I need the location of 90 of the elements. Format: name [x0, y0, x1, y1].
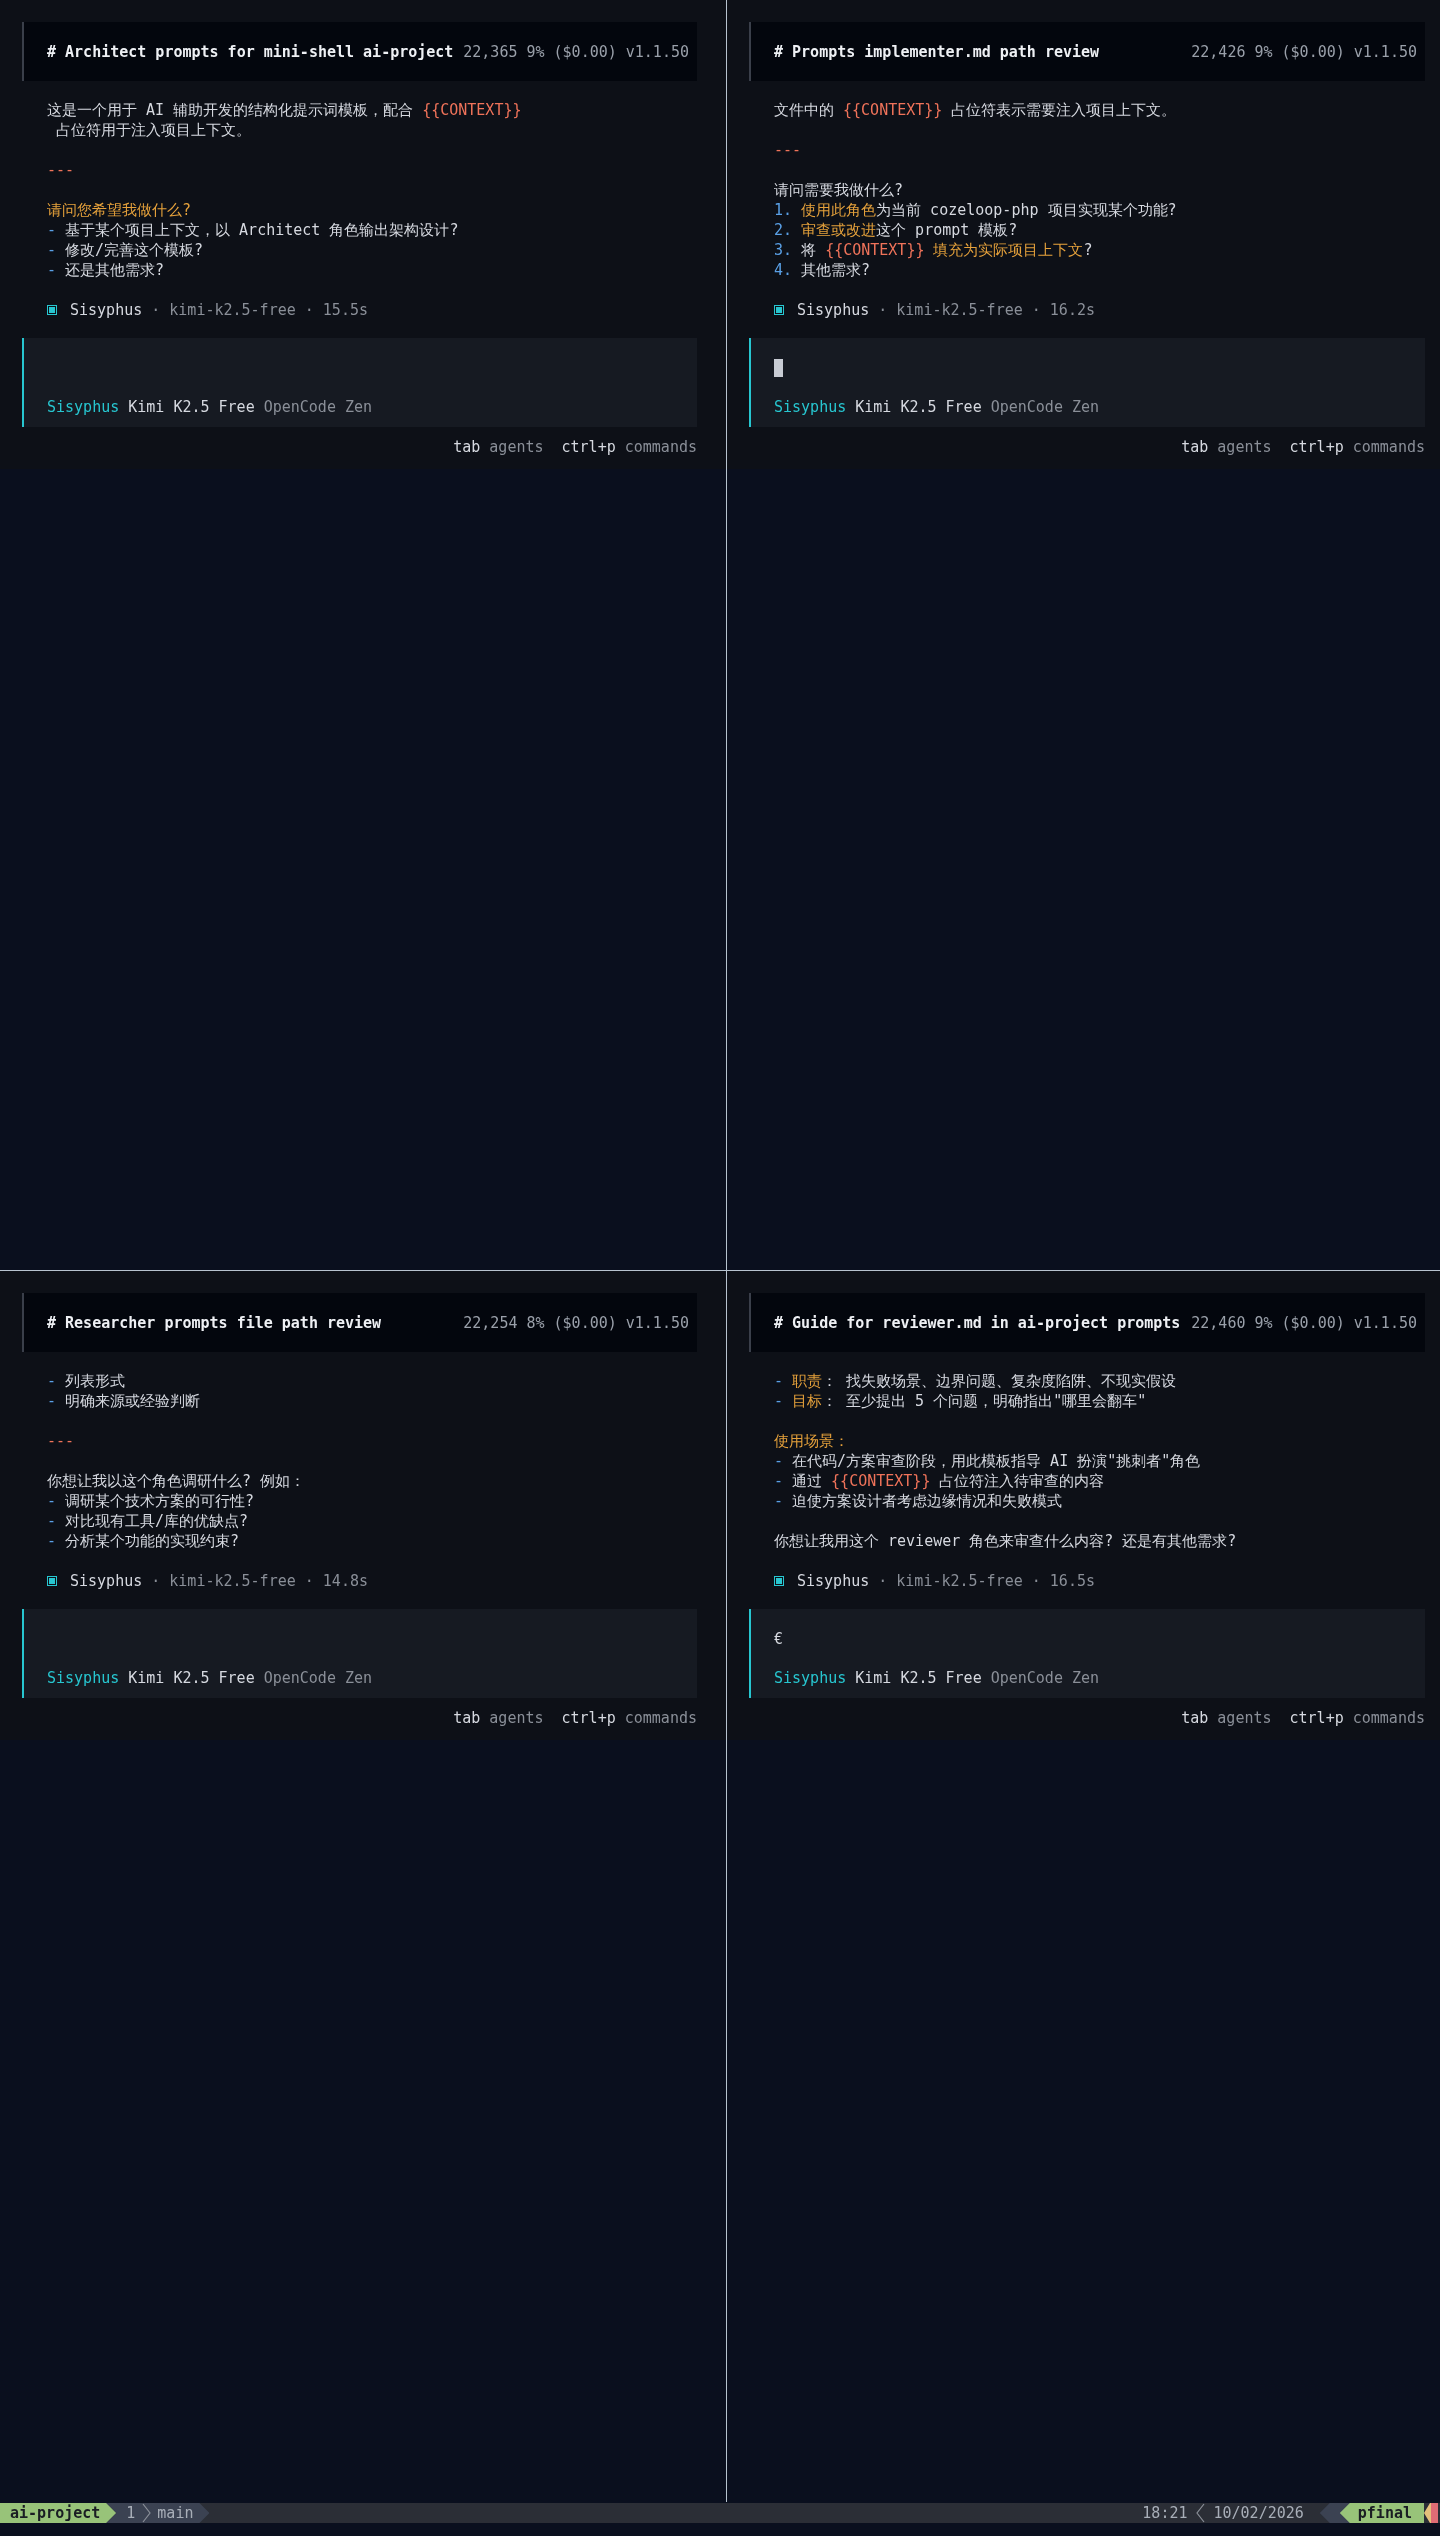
session-title: # Prompts implementer.md path review: [774, 42, 1100, 61]
version-label: v1.1.50: [1353, 42, 1417, 61]
agent-name: Sisyphus: [774, 397, 847, 417]
message-line: 你想让我以这个角色调研什么? 例如：: [47, 1471, 307, 1491]
agent-icon: [774, 305, 784, 315]
shortcut-hint: tab agents: [1181, 437, 1272, 457]
message-line: 你想让我用这个 reviewer 角色来审查什么内容? 还是有其他需求?: [774, 1531, 1238, 1551]
agent-name: Sisyphus: [47, 397, 120, 417]
agent-icon: [774, 1576, 784, 1586]
token-count: 22,365: [463, 42, 518, 61]
shortcut-hint: tab agents: [453, 437, 544, 457]
token-count: 22,426: [1191, 42, 1246, 61]
model-name: Kimi K2.5 Free: [128, 397, 255, 417]
model-name: Kimi K2.5 Free: [855, 1668, 982, 1688]
shortcut-hint: tab agents: [1181, 1708, 1272, 1728]
message-line: - 通过 {{CONTEXT}} 占位符注入待审查的内容: [774, 1471, 1106, 1491]
shortcut-hint: ctrl+p commands: [1289, 1708, 1425, 1728]
message-line: ---: [774, 140, 803, 160]
prompt-input[interactable]: Sisyphus Kimi K2.5 Free OpenCode Zen: [22, 1609, 697, 1698]
response-details: · kimi-k2.5-free · 14.8s: [151, 1572, 368, 1590]
token-count: 22,460: [1191, 1313, 1246, 1332]
message-line: - 列表形式: [47, 1371, 127, 1391]
message-line: ---: [47, 160, 76, 180]
message-line: - 对比现有工具/库的优缺点?: [47, 1511, 250, 1531]
message-line: - 调研某个技术方案的可行性?: [47, 1491, 256, 1511]
shortcut-hint: tab agents: [453, 1708, 544, 1728]
message-line: - 分析某个功能的实现约束?: [47, 1531, 241, 1551]
message-line: 占位符用于注入项目上下文。: [55, 120, 253, 140]
message-line: 4. 其他需求?: [774, 260, 872, 280]
session-title: # Architect prompts for mini-shell ai-project: [47, 42, 454, 61]
message-line: - 迫使方案设计者考虑边缘情况和失败模式: [774, 1491, 1064, 1511]
session-name: ai-project: [0, 2503, 117, 2523]
window-name: main: [157, 2504, 194, 2522]
agent-name: Sisyphus: [797, 1572, 870, 1590]
response-details: · kimi-k2.5-free · 15.5s: [151, 301, 368, 319]
agent-icon: [47, 305, 57, 315]
message-line: 使用场景：: [774, 1431, 850, 1451]
text-cursor: [774, 359, 783, 377]
agent-name: Sisyphus: [70, 1572, 143, 1590]
shortcut-hint: ctrl+p commands: [1289, 437, 1425, 457]
shortcut-hint: ctrl+p commands: [561, 437, 697, 457]
message-line: 文件中的 {{CONTEXT}} 占位符表示需要注入项目上下文。: [774, 100, 1178, 120]
version-label: v1.1.50: [625, 1313, 689, 1332]
agent-name: Sisyphus: [797, 301, 870, 319]
message-line: ---: [47, 1431, 76, 1451]
prompt-input[interactable]: Sisyphus Kimi K2.5 Free OpenCode Zen: [22, 338, 697, 427]
date-label: 10/02/2026: [1213, 2504, 1304, 2522]
segment-end-icon: [1424, 2503, 1438, 2523]
message-line: 1. 使用此角色为当前 cozeloop-php 项目实现某个功能?: [774, 200, 1178, 220]
response-details: · kimi-k2.5-free · 16.2s: [878, 301, 1095, 319]
agent-icon: [47, 1576, 57, 1586]
input-text: €: [774, 1629, 784, 1649]
usage-cost: 9% ($0.00): [526, 42, 617, 61]
provider-name: OpenCode Zen: [263, 1668, 373, 1688]
provider-name: OpenCode Zen: [990, 1668, 1100, 1688]
message-line: - 还是其他需求?: [47, 260, 166, 280]
message-line: 请问您希望我做什么?: [47, 200, 193, 220]
token-count: 22,254: [463, 1313, 518, 1332]
message-line: 这是一个用于 AI 辅助开发的结构化提示词模板，配合 {{CONTEXT}}: [47, 100, 523, 120]
message-line: 请问需要我做什么?: [774, 180, 905, 200]
agent-name: Sisyphus: [70, 301, 143, 319]
message-line: - 明确来源或经验判断: [47, 1391, 202, 1411]
host-name: pfinal: [1339, 2503, 1424, 2523]
version-label: v1.1.50: [625, 42, 689, 61]
response-details: · kimi-k2.5-free · 16.5s: [878, 1572, 1095, 1590]
prompt-input[interactable]: Sisyphus Kimi K2.5 Free OpenCode Zen: [749, 338, 1425, 427]
shortcut-hint: ctrl+p commands: [561, 1708, 697, 1728]
agent-name: Sisyphus: [47, 1668, 120, 1688]
message-line: 3. 将 {{CONTEXT}} 填充为实际项目上下文?: [774, 240, 1094, 260]
message-line: - 修改/完善这个模板?: [47, 240, 205, 260]
chevron-icon: [141, 2503, 152, 2523]
version-label: v1.1.50: [1353, 1313, 1417, 1332]
model-name: Kimi K2.5 Free: [128, 1668, 255, 1688]
chevron-icon: [1195, 2503, 1206, 2523]
usage-cost: 8% ($0.00): [526, 1313, 617, 1332]
provider-name: OpenCode Zen: [990, 397, 1100, 417]
window-index: 1: [126, 2504, 136, 2522]
message-line: - 目标： 至少提出 5 个问题，明确指出"哪里会翻车": [774, 1391, 1148, 1411]
usage-cost: 9% ($0.00): [1254, 42, 1345, 61]
agent-name: Sisyphus: [774, 1668, 847, 1688]
message-line: - 职责： 找失败场景、边界问题、复杂度陷阱、不现实假设: [774, 1371, 1178, 1391]
message-line: - 基于某个项目上下文，以 Architect 角色输出架构设计?: [47, 220, 460, 240]
message-line: 2. 审查或改进这个 prompt 模板?: [774, 220, 1019, 240]
clock-time: 18:21: [1142, 2504, 1188, 2522]
message-line: - 在代码/方案审查阶段，用此模板指导 AI 扮演"挑刺者"角色: [774, 1451, 1202, 1471]
provider-name: OpenCode Zen: [263, 397, 373, 417]
usage-cost: 9% ($0.00): [1254, 1313, 1345, 1332]
model-name: Kimi K2.5 Free: [855, 397, 982, 417]
session-title: # Researcher prompts file path review: [47, 1313, 382, 1332]
session-title: # Guide for reviewer.md in ai-project prompts: [774, 1313, 1181, 1332]
